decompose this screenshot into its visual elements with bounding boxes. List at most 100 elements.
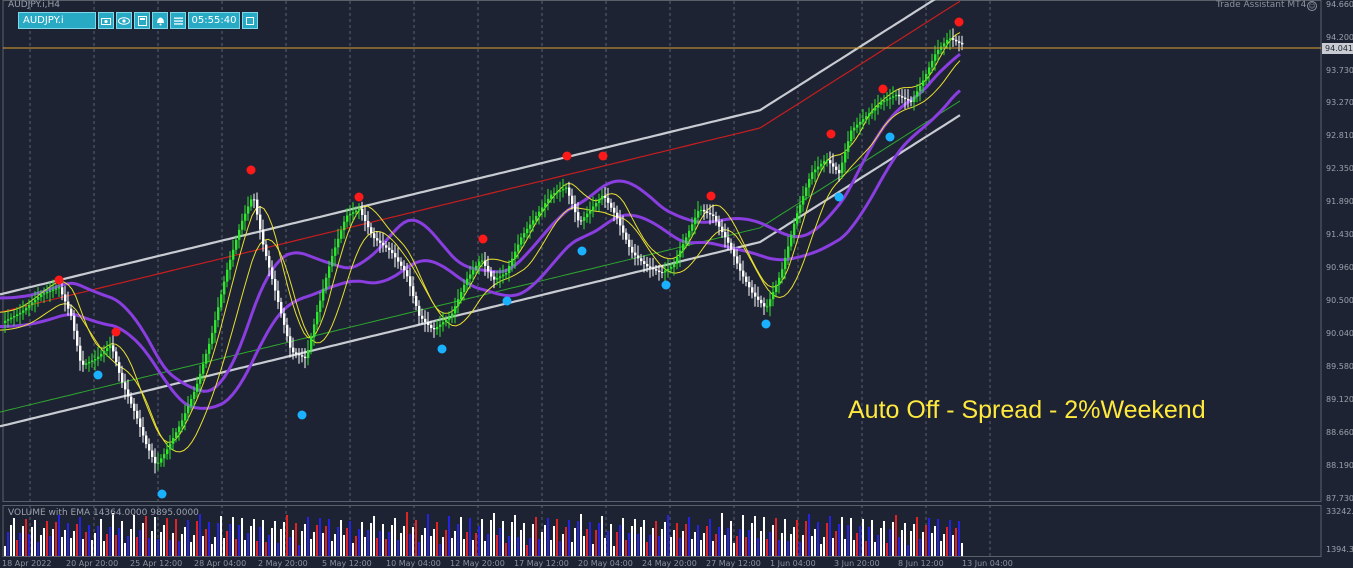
volume-bar — [136, 537, 138, 556]
candle-body — [625, 232, 628, 240]
volume-bar — [670, 537, 672, 556]
candle-body — [406, 270, 409, 277]
volume-bar — [484, 541, 486, 556]
candle-body — [142, 427, 145, 436]
eye-icon[interactable] — [116, 12, 132, 29]
volume-bar — [277, 543, 279, 556]
candle-body — [889, 97, 892, 100]
candle-body — [808, 178, 811, 188]
volume-bar — [202, 536, 204, 556]
candle-body — [457, 299, 460, 307]
volume-bar — [373, 516, 375, 556]
volume-bar — [55, 522, 57, 556]
volume-bar — [121, 521, 123, 556]
candle-body — [298, 353, 301, 356]
candle-body — [220, 294, 223, 308]
candle-body — [793, 223, 796, 236]
volume-bar — [514, 515, 516, 556]
square-icon[interactable] — [242, 12, 258, 29]
candle-body — [256, 199, 259, 215]
volume-bar — [37, 542, 39, 556]
volume-bar — [13, 518, 15, 556]
volume-bar — [688, 517, 690, 556]
candle-body — [514, 251, 517, 259]
volume-bar — [538, 539, 540, 556]
volume-bar — [766, 539, 768, 556]
candle-body — [790, 235, 793, 247]
candle-body — [559, 190, 562, 192]
candle-body — [178, 426, 181, 433]
candle-body — [139, 418, 142, 428]
candle-body — [802, 196, 805, 205]
swing-high-dot — [246, 165, 256, 175]
volume-bar — [73, 531, 75, 556]
volume-bar — [502, 521, 504, 556]
candle-body — [892, 96, 895, 98]
volume-bar — [10, 525, 12, 556]
candle-body — [37, 297, 40, 300]
candle-body — [640, 258, 643, 262]
smiley-icon[interactable]: ☺ — [1307, 1, 1317, 11]
candle-body — [574, 203, 577, 213]
candle-body — [331, 255, 334, 267]
volume-bar — [448, 516, 450, 556]
volume-bar — [145, 516, 147, 556]
candle-body — [382, 242, 385, 246]
candle-body — [52, 289, 55, 291]
price-axis-label: 88.660 — [1326, 428, 1353, 437]
camera-icon[interactable] — [98, 12, 114, 29]
menu-icon[interactable] — [170, 12, 186, 29]
volume-bar — [469, 518, 471, 556]
volume-bar — [784, 519, 786, 556]
volume-bar — [334, 534, 336, 556]
volume-bar — [640, 527, 642, 556]
candle-body — [346, 215, 349, 222]
volume-bar — [943, 534, 945, 556]
volume-bar — [385, 539, 387, 556]
volume-bar — [418, 542, 420, 556]
volume-bar — [442, 537, 444, 556]
volume-bar — [622, 518, 624, 556]
volume-bar — [679, 538, 681, 556]
bell-icon[interactable] — [152, 12, 168, 29]
candle-body — [928, 67, 931, 74]
candle-body — [451, 313, 454, 318]
volume-bar — [187, 520, 189, 556]
candle-body — [295, 352, 298, 354]
volume-bar — [226, 531, 228, 556]
volume-bar — [874, 542, 876, 556]
candle-body — [562, 188, 565, 191]
swing-low-dot — [885, 132, 895, 142]
volume-bar — [139, 530, 141, 556]
candle-body — [262, 229, 265, 245]
volume-bar — [391, 525, 393, 556]
price-axis-label: 87.730 — [1326, 494, 1353, 503]
candle-body — [43, 293, 46, 295]
candle-body — [349, 213, 352, 216]
volume-bar — [241, 518, 243, 556]
volume-bar — [841, 517, 843, 556]
candle-body — [217, 307, 220, 321]
volume-bar — [760, 531, 762, 556]
calculator-icon[interactable] — [134, 12, 150, 29]
volume-bar — [211, 544, 213, 556]
volume-bar — [634, 519, 636, 556]
volume-bar — [787, 541, 789, 556]
volume-bar — [835, 531, 837, 556]
candle-body — [592, 206, 595, 211]
swing-low-dot — [661, 280, 671, 290]
volume-bar — [628, 533, 630, 556]
candle-body — [553, 193, 556, 195]
candle-body — [433, 328, 436, 330]
volume-bar — [769, 532, 771, 556]
symbol-button[interactable]: AUDJPY.i — [18, 12, 96, 29]
candle-body — [520, 237, 523, 245]
volume-bar — [256, 541, 258, 556]
volume-bar — [331, 541, 333, 556]
candle-body — [667, 268, 670, 271]
price-chart[interactable] — [0, 0, 1353, 567]
candle-body — [610, 202, 613, 208]
candle-body — [619, 218, 622, 226]
volume-bar — [340, 520, 342, 556]
chart-area[interactable]: AUDJPY.i,H4 AUDJPY.i 05:55:40 Trade Assi… — [0, 0, 1353, 568]
